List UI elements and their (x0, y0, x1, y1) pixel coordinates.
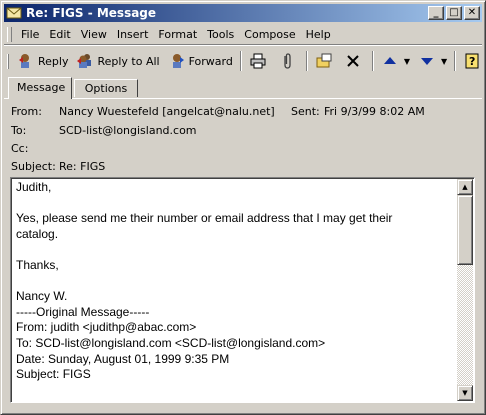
menu-format[interactable]: Format (153, 28, 202, 41)
window-title: Re: FIGS - Message (26, 6, 157, 20)
forward-button[interactable]: Forward (164, 49, 237, 73)
menu-help[interactable]: Help (301, 28, 336, 41)
toolbar-grip[interactable] (7, 53, 9, 69)
reply-all-icon (76, 52, 94, 70)
body-line: Date: Sunday, August 01, 1999 9:35 PM (16, 351, 230, 366)
delete-button[interactable] (340, 49, 369, 73)
move-to-folder-button[interactable] (311, 49, 340, 73)
menu-grip[interactable] (7, 27, 12, 42)
body-line: Yes, please send me their number or emai… (16, 211, 393, 226)
attach-icon (278, 52, 296, 70)
body-line: Thanks, (16, 257, 59, 272)
body-line: From: judith <judithp@abac.com> (16, 320, 197, 335)
reply-label: Reply (38, 54, 69, 68)
previous-item-button[interactable]: ▼ (377, 49, 414, 73)
sent-value: Fri 9/3/99 8:02 AM (324, 105, 425, 118)
body-line (16, 196, 456, 212)
body-line: Nancy W. (16, 289, 68, 304)
menu-edit[interactable]: Edit (44, 28, 75, 41)
from-value[interactable]: Nancy Wuestefeld [angelcat@nalu.net] (59, 105, 275, 118)
body-line: -----Original Message----- (16, 304, 150, 319)
message-body[interactable]: Judith, Yes, please send me their number… (10, 177, 475, 403)
print-button[interactable] (245, 49, 274, 73)
next-icon (418, 52, 436, 70)
menu-tools[interactable]: Tools (202, 28, 239, 41)
toolbar-separator (305, 51, 308, 71)
subject-label: Subject: (11, 160, 56, 173)
address-book-icon: ? (463, 52, 481, 70)
next-item-button[interactable]: ▼ (414, 49, 451, 73)
menu-bar: File Edit View Insert Format Tools Compo… (4, 25, 482, 45)
body-line (16, 274, 456, 290)
title-bar[interactable]: Re: FIGS - Message _ □ ✕ (4, 4, 482, 22)
menu-compose[interactable]: Compose (239, 28, 300, 41)
cc-label: Cc: (11, 142, 29, 155)
reply-all-label: Reply to All (97, 54, 160, 68)
toolbar-separator (454, 51, 457, 71)
tab-strip: Message Options (4, 77, 482, 99)
toolbar-separator (371, 51, 374, 71)
menu-insert[interactable]: Insert (112, 28, 154, 41)
body-line: Subject: FIGS (16, 367, 91, 382)
toolbar-separator (239, 51, 242, 71)
close-button[interactable]: ✕ (464, 6, 480, 20)
tab-panel-border (4, 98, 482, 99)
chevron-down-icon[interactable]: ▼ (441, 57, 447, 66)
body-line: catalog. (16, 226, 59, 241)
envelope-icon (6, 6, 22, 20)
minimize-button[interactable]: _ (428, 6, 444, 20)
address-book-button[interactable]: ? (459, 49, 486, 73)
body-line: Judith, (16, 180, 52, 194)
to-value[interactable]: SCD-list@longisland.com (59, 124, 197, 137)
sent-label: Sent: (291, 105, 320, 118)
forward-label: Forward (188, 54, 233, 68)
menu-view[interactable]: View (76, 28, 112, 41)
menu-file[interactable]: File (16, 28, 44, 41)
from-label: From: (11, 105, 42, 118)
message-window: Re: FIGS - Message _ □ ✕ File Edit View … (0, 0, 486, 415)
print-icon (249, 52, 267, 70)
toolbar: Reply Reply to All Forward ▼ ▼ ? (4, 47, 482, 75)
tab-options[interactable]: Options (74, 79, 138, 97)
scroll-thumb[interactable] (457, 195, 473, 265)
delete-icon (344, 52, 362, 70)
body-line: To: SCD-list@longisland.com <SCD-list@lo… (16, 335, 326, 350)
reply-all-button[interactable]: Reply to All (72, 49, 163, 73)
reply-icon (17, 52, 35, 70)
move-to-folder-icon (315, 52, 333, 70)
to-label: To: (11, 124, 27, 137)
reply-button[interactable]: Reply (13, 49, 72, 73)
vertical-scrollbar[interactable]: ▲ ▼ (457, 179, 473, 401)
body-line (16, 242, 456, 258)
scroll-down-button[interactable]: ▼ (457, 385, 473, 401)
maximize-button[interactable]: □ (446, 6, 462, 20)
message-body-text[interactable]: Judith, Yes, please send me their number… (16, 180, 456, 400)
svg-text:?: ? (469, 55, 475, 68)
previous-icon (381, 52, 399, 70)
tab-message[interactable]: Message (8, 77, 72, 99)
forward-icon (168, 52, 186, 70)
scroll-up-button[interactable]: ▲ (457, 179, 473, 195)
attach-button[interactable] (274, 49, 303, 73)
subject-value[interactable]: Re: FIGS (59, 160, 105, 173)
chevron-down-icon[interactable]: ▼ (404, 57, 410, 66)
